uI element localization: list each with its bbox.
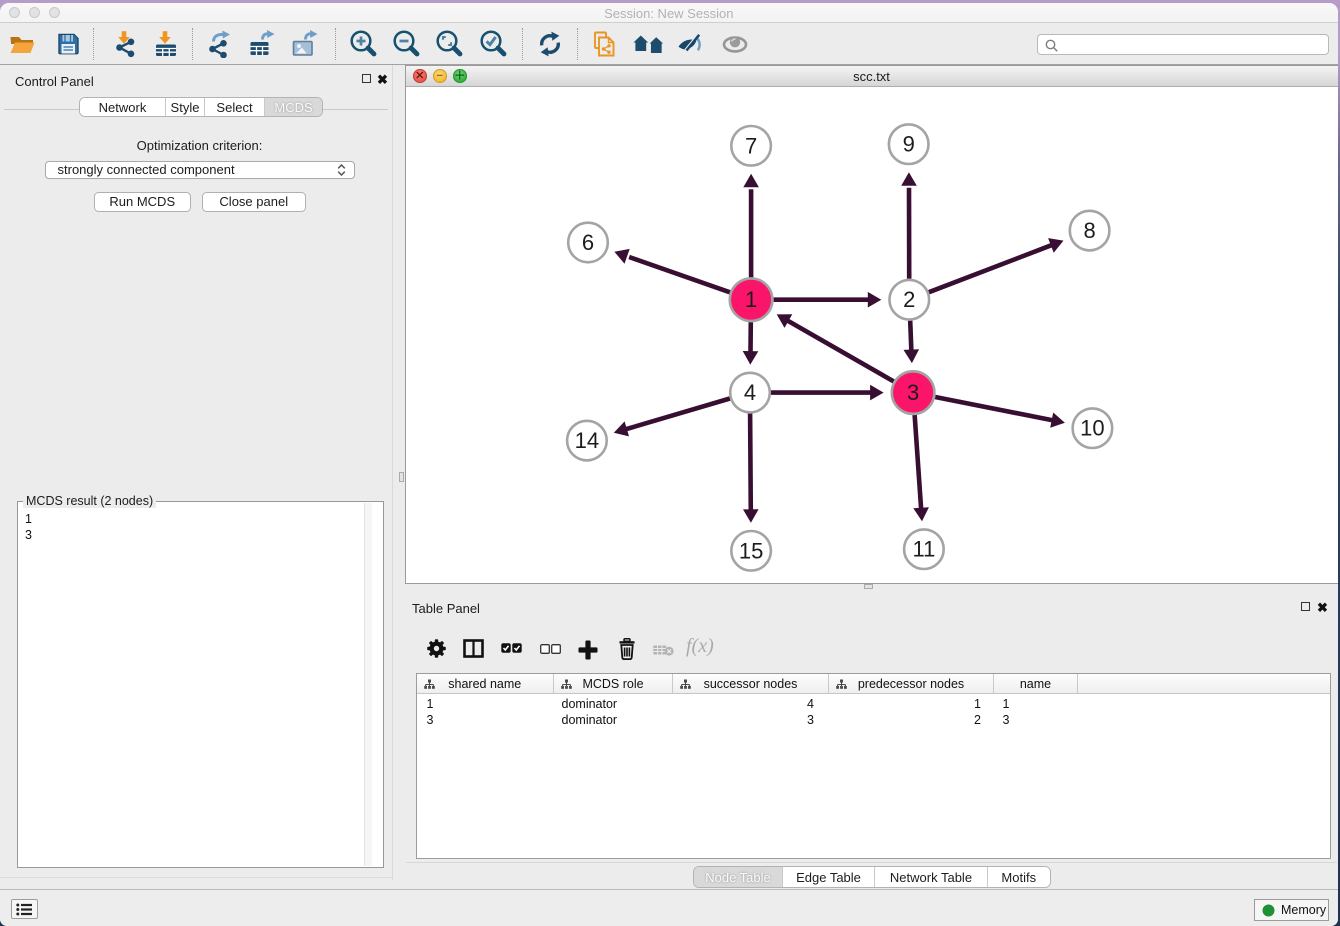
svg-text:10: 10 — [1080, 416, 1104, 441]
svg-text:9: 9 — [902, 132, 914, 157]
svg-text:7: 7 — [744, 133, 756, 158]
svg-text:1: 1 — [744, 287, 756, 312]
svg-text:8: 8 — [1083, 218, 1095, 243]
svg-text:6: 6 — [581, 230, 593, 255]
svg-text:14: 14 — [574, 428, 598, 453]
svg-text:3: 3 — [906, 380, 918, 405]
svg-text:2: 2 — [903, 287, 915, 312]
svg-text:11: 11 — [912, 537, 935, 562]
svg-text:4: 4 — [743, 380, 755, 405]
svg-text:15: 15 — [738, 538, 762, 563]
